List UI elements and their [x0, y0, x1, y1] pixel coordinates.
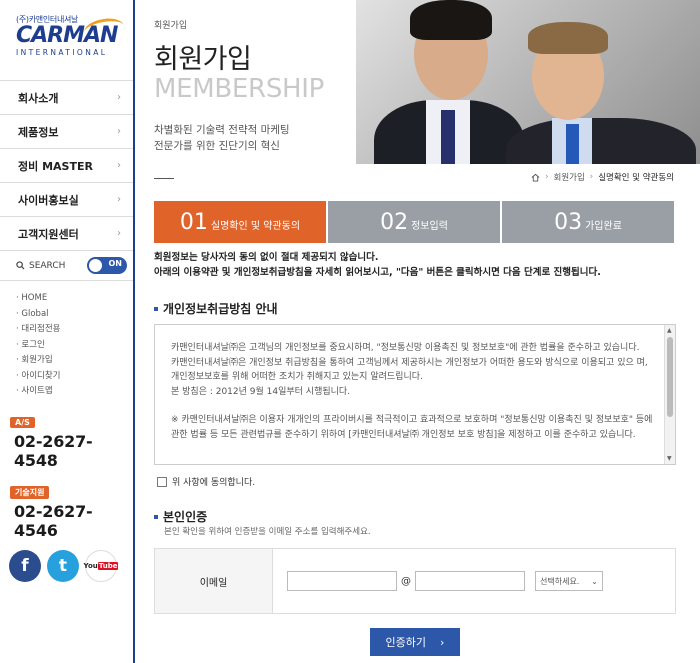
menu-item-label: 회사소개	[18, 91, 59, 105]
main-content: 회원가입 회원가입 MEMBERSHIP 차별화된 기술력 전략적 마케팅 전문…	[137, 0, 700, 663]
breadcrumb-item[interactable]: 회원가입	[554, 171, 585, 183]
home-icon[interactable]	[531, 173, 540, 182]
verify-description: 본인 확인을 위하여 인증받을 이메일 주소를 입력해주세요.	[164, 527, 371, 537]
search-row: SEARCH ON	[0, 251, 133, 281]
breadcrumb: › 회원가입 › 실명확인 및 약관동의	[531, 171, 674, 183]
tech-badge: 기술지원	[10, 485, 50, 499]
chevron-right-icon: ›	[117, 228, 121, 239]
bullet-icon	[154, 306, 158, 311]
chevron-right-icon: ›	[117, 194, 121, 205]
toggle-knob	[89, 259, 102, 272]
search-icon	[16, 261, 25, 270]
policy-scrollbar[interactable]: ▲ ▼	[664, 325, 675, 464]
page-title-english: MEMBERSHIP	[154, 74, 325, 104]
scroll-thumb[interactable]	[667, 337, 673, 417]
facebook-icon[interactable]: f	[9, 549, 41, 582]
email-domain-field[interactable]	[415, 571, 525, 591]
menu-item-master[interactable]: 정비 MASTER ›	[0, 149, 133, 183]
agree-checkbox[interactable]	[157, 476, 167, 487]
step-2: 02 정보입력	[328, 201, 500, 243]
twitter-icon[interactable]: t	[47, 549, 79, 582]
social-links: f t YouTube	[0, 549, 133, 582]
contact-block: A/S 02-2627-4548 기술지원 02-2627-4546	[0, 400, 133, 540]
quick-link-sitemap[interactable]: · 사이트맵	[16, 384, 133, 400]
menu-item-label: 제품정보	[18, 125, 59, 139]
breadcrumb-separator: ›	[589, 172, 594, 182]
quick-links: · HOME · Global · 대리점전용 · 로그인 · 회원가입 · 아…	[0, 281, 133, 400]
privacy-policy-box[interactable]: 카맨인터내셔날㈜은 고객님의 개인정보를 중요시하며, "정보통신망 이용촉진 …	[154, 324, 676, 465]
hero-subtitle: 차별화된 기술력 전략적 마케팅 전문가를 위한 진단기의 혁신	[154, 124, 290, 152]
as-phone: 02-2627-4548	[14, 431, 93, 470]
verify-section-title: 본인인증	[154, 508, 207, 525]
chevron-right-icon: ›	[117, 160, 121, 171]
hero-text: 회원가입 회원가입 MEMBERSHIP 차별화된 기술력 전략적 마케팅 전문…	[154, 18, 354, 179]
bullet-icon	[154, 514, 158, 519]
scroll-up-icon[interactable]: ▲	[667, 327, 672, 334]
youtube-icon[interactable]: YouTube	[84, 549, 119, 582]
chevron-right-icon: ›	[117, 92, 121, 103]
logo-subtitle: INTERNATIONAL	[16, 48, 108, 57]
as-badge: A/S	[10, 416, 35, 428]
step-3: 03 가입완료	[502, 201, 674, 243]
email-label: 이메일	[155, 549, 273, 613]
menu-item-company[interactable]: 회사소개 ›	[0, 81, 133, 115]
agree-checkbox-row[interactable]: 위 사항에 동의합니다.	[157, 475, 255, 488]
scroll-down-icon[interactable]: ▼	[667, 455, 672, 462]
privacy-section-title: 개인정보취급방침 안내	[154, 300, 278, 317]
quick-link-global[interactable]: · Global	[16, 307, 133, 323]
page-title: 회원가입	[154, 44, 252, 75]
divider	[154, 178, 174, 179]
logo[interactable]: (주)카맨인터내셔날 CARMAN INTERNATIONAL	[0, 0, 133, 80]
toggle-label: ON	[108, 259, 123, 268]
logo-wordmark: CARMAN	[16, 15, 133, 47]
section-label: 회원가입	[154, 21, 188, 31]
quick-link-home[interactable]: · HOME	[16, 291, 133, 307]
privacy-policy-text: 카맨인터내셔날㈜은 고객님의 개인정보를 중요시하며, "정보통신망 이용촉진 …	[171, 343, 653, 440]
quick-link-login[interactable]: · 로그인	[16, 338, 133, 354]
hero-image	[356, 0, 700, 164]
chevron-right-icon: ›	[440, 635, 445, 649]
breadcrumb-separator: ›	[545, 172, 549, 182]
search-label[interactable]: SEARCH	[16, 261, 65, 271]
signup-steps: 01 실명확인 및 약관동의 02 정보입력 03 가입완료	[154, 201, 674, 243]
verify-button[interactable]: 인증하기 ›	[370, 628, 460, 656]
chevron-down-icon: ⌄	[591, 576, 598, 586]
agree-label: 위 사항에 동의합니다.	[172, 478, 256, 488]
breadcrumb-current: 실명확인 및 약관동의	[598, 173, 674, 183]
email-form: 이메일 @ 선택하세요. ⌄	[154, 548, 676, 614]
menu-item-label: 정비 MASTER	[18, 159, 93, 173]
email-domain-select[interactable]: 선택하세요. ⌄	[535, 571, 603, 591]
menu-item-pr[interactable]: 사이버홍보실 ›	[0, 183, 133, 217]
menu-item-products[interactable]: 제품정보 ›	[0, 115, 133, 149]
step-1: 01 실명확인 및 약관동의	[154, 201, 326, 243]
quick-link-find-id[interactable]: · 아이디찾기	[16, 369, 133, 385]
email-inputs: @ 선택하세요. ⌄	[273, 549, 675, 613]
sidebar: (주)카맨인터내셔날 CARMAN INTERNATIONAL 회사소개 › 제품…	[0, 0, 135, 663]
search-toggle[interactable]: ON	[87, 257, 127, 274]
tech-phone: 02-2627-4546	[14, 501, 93, 540]
menu-item-label: 고객지원센터	[18, 227, 79, 241]
at-sign: @	[401, 575, 411, 587]
menu-item-label: 사이버홍보실	[18, 193, 79, 207]
quick-link-dealer[interactable]: · 대리점전용	[16, 322, 133, 338]
quick-link-join[interactable]: · 회원가입	[16, 353, 133, 369]
email-id-field[interactable]	[287, 571, 397, 591]
menu-item-support[interactable]: 고객지원센터 ›	[0, 217, 133, 251]
intro-text: 회원정보는 당사자의 동의 없이 절대 제공되지 않습니다. 아래의 이용약관 …	[154, 252, 601, 278]
page: (주)카맨인터내셔날 CARMAN INTERNATIONAL 회사소개 › 제품…	[0, 0, 700, 663]
chevron-right-icon: ›	[117, 126, 121, 137]
main-menu: 회사소개 › 제품정보 › 정비 MASTER › 사이버홍보실 › 고객지원센터 ›	[0, 80, 133, 251]
